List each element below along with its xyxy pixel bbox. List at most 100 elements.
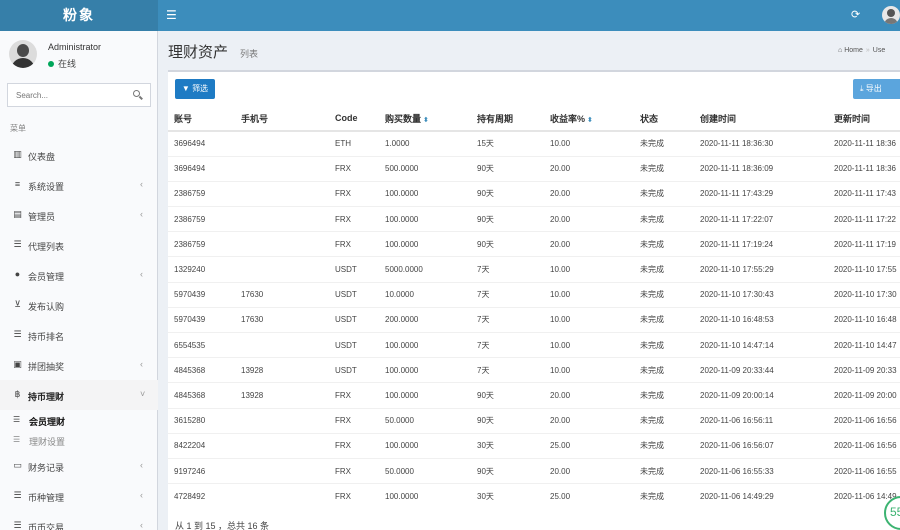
table-cell: 6554535 — [168, 331, 235, 358]
table-row[interactable]: 3615280 FRX 50.0000 90天 20.00 未完成 2020-11-06 1… — [168, 407, 900, 434]
table-row[interactable]: 9197246 FRX 50.0000 90天 20.00 未完成 2020-11-06 1… — [168, 457, 900, 484]
table-cell: 2386759 — [168, 180, 235, 207]
table-row[interactable]: 1329240 USDT 5000.0000 7天 10.00 未完成 2020-11-10… — [168, 256, 900, 283]
sidebar-toggle-icon[interactable]: ☰ — [166, 8, 177, 22]
table-cell: 2020-11-10 17:55:29 — [694, 256, 828, 283]
sidebar-item-members[interactable]: ● 会员管理 ‹ — [0, 260, 158, 290]
column-header[interactable]: 收益率% ⬍ — [544, 106, 634, 132]
search-input[interactable] — [8, 84, 126, 106]
sidebar-item-currency[interactable]: ☰ 币种管理 ‹ — [0, 481, 158, 511]
sidebar-subitem-member-wealth[interactable]: ☰ 会员理财 — [0, 411, 158, 431]
table-cell: 10.00 — [544, 130, 634, 157]
table-cell: 20.00 — [544, 206, 634, 232]
menu-header: 菜单 — [10, 124, 26, 133]
table-cell: 未完成 — [634, 331, 694, 358]
table-cell: 7天 — [471, 256, 544, 283]
table-cell: 2020-11-11 17:19:24 — [694, 231, 828, 257]
table-cell: 未完成 — [634, 256, 694, 283]
sidebar-item-subscription[interactable]: ⊻ 发布认购 — [0, 290, 158, 320]
sidebar-item-label: 持币排名 — [28, 332, 65, 342]
table-row[interactable]: 5970439 17630 USDT 10.0000 7天 10.00 未完成 2020-11… — [168, 281, 900, 308]
table-cell: 未完成 — [634, 306, 694, 333]
table-row[interactable]: 4845368 13928 FRX 100.0000 90天 20.00 未完成 2020-1… — [168, 382, 900, 409]
table-row[interactable]: 8422204 FRX 100.0000 30天 25.00 未完成 2020-11-06 … — [168, 432, 900, 459]
column-header[interactable]: 更新时间 — [828, 106, 900, 132]
app-logo[interactable]: 粉象 — [0, 0, 158, 31]
table-cell: FRX — [329, 483, 379, 509]
table-cell: 未完成 — [634, 206, 694, 232]
sidebar-item-dashboard[interactable]: ▥ 仪表盘 — [0, 140, 158, 170]
table-row[interactable]: 3696494 ETH 1.0000 15天 10.00 未完成 2020-11-11 18… — [168, 130, 900, 157]
table-row[interactable]: 5970439 17630 USDT 200.0000 7天 10.00 未完成 2020-1… — [168, 306, 900, 333]
sort-icon[interactable]: ⬍ — [423, 117, 429, 124]
table-cell: 5970439 — [168, 306, 235, 333]
table-cell: 3696494 — [168, 155, 235, 182]
breadcrumb-current[interactable]: Use — [873, 47, 885, 54]
sidebar-item-agents[interactable]: ☰ 代理列表 — [0, 230, 158, 260]
refresh-icon[interactable]: ⟳ — [851, 8, 860, 22]
sidebar-item-label: 持币理财 — [28, 392, 65, 402]
cart-icon: ⊻ — [14, 299, 21, 309]
column-header[interactable]: 账号 — [168, 106, 235, 132]
sidebar-item-label: 系统设置 — [28, 182, 65, 192]
chevron-down-icon: ˅ — [140, 389, 146, 399]
table-cell: 20.00 — [544, 231, 634, 257]
sidebar-item-admins[interactable]: ▤ 管理员 ‹ — [0, 200, 158, 230]
chevron-left-icon: ‹ — [140, 490, 143, 500]
column-header[interactable]: 购买数量 ⬍ — [379, 106, 471, 132]
filter-button[interactable]: ▼ 筛选 — [175, 79, 215, 99]
chevron-left-icon: ‹ — [140, 209, 143, 219]
table-row[interactable]: 4728492 FRX 100.0000 30天 25.00 未完成 2020-11-06 … — [168, 483, 900, 509]
table-cell: 2020-11-11 17:22:07 — [694, 206, 828, 232]
table-row[interactable]: 6554535 USDT 100.0000 7天 10.00 未完成 2020-11-10 … — [168, 331, 900, 358]
table-cell: 2020-11-11 18:36 — [828, 155, 900, 182]
table-row[interactable]: 2386759 FRX 100.0000 90天 20.00 未完成 2020-11-11 … — [168, 231, 900, 257]
table-cell: 2020-11-10 17:30 — [828, 281, 900, 308]
table-row[interactable]: 2386759 FRX 100.0000 90天 20.00 未完成 2020-11-11 … — [168, 180, 900, 207]
sidebar-item-trading[interactable]: ☰ 币币交易 ‹ — [0, 511, 158, 530]
table-cell — [235, 457, 329, 484]
table-cell: 2020-11-11 17:43 — [828, 180, 900, 207]
sidebar-item-lottery[interactable]: ▣ 拼团抽奖 ‹ — [0, 350, 158, 380]
table-cell: 2020-11-06 16:56 — [828, 407, 900, 434]
sidebar-item-system-settings[interactable]: ≡ 系统设置 ‹ — [0, 170, 158, 200]
sliders-icon: ≡ — [14, 179, 21, 189]
table-cell — [235, 206, 329, 232]
table-cell: 20.00 — [544, 407, 634, 434]
column-header[interactable]: 状态 — [634, 106, 694, 132]
export-button[interactable]: ⤓ 导出 — [853, 79, 900, 99]
table-cell: 17630 — [235, 306, 329, 333]
column-header[interactable]: 手机号 — [235, 106, 329, 132]
gift-icon: ▣ — [13, 359, 22, 369]
column-header[interactable]: Code — [329, 106, 379, 132]
sort-icon[interactable]: ⬍ — [587, 117, 593, 124]
data-table: 账号 手机号 Code 购买数量 ⬍ 持有周期 收益率% ⬍ 状态 创建时间 更新时… — [168, 106, 900, 509]
user-avatar-icon[interactable] — [882, 6, 900, 24]
server-icon: ▤ — [13, 209, 22, 219]
search-icon[interactable] — [132, 89, 144, 101]
breadcrumb-home[interactable]: Home — [844, 47, 863, 54]
list-icon: ☰ — [13, 520, 22, 530]
column-header[interactable]: 持有周期 — [471, 106, 544, 132]
table-cell: 未完成 — [634, 231, 694, 257]
column-header[interactable]: 创建时间 — [694, 106, 828, 132]
table-row[interactable]: 3696494 FRX 500.0000 90天 20.00 未完成 2020-11-11 … — [168, 155, 900, 182]
table-row[interactable]: 4845368 13928 USDT 100.0000 7天 10.00 未完成 2020-1… — [168, 357, 900, 383]
sidebar-item-label: 拼团抽奖 — [28, 362, 65, 372]
sidebar-subitem-label: 理财设置 — [29, 437, 66, 447]
sidebar-item-finance[interactable]: ▭ 财务记录 ‹ — [0, 451, 158, 481]
home-icon: ⌂ — [838, 47, 843, 54]
sidebar-item-ranking[interactable]: ☰ 持币排名 — [0, 320, 158, 350]
sidebar-item-wealth[interactable]: ฿ 持币理财 ˅ — [0, 380, 158, 410]
table-cell: 2020-11-11 17:19 — [828, 231, 900, 257]
table-cell: 2020-11-06 16:56 — [828, 432, 900, 459]
table-cell: 7天 — [471, 281, 544, 308]
table-cell: 2020-11-11 17:22 — [828, 206, 900, 232]
table-cell: 4845368 — [168, 357, 235, 383]
sidebar-subitem-wealth-settings[interactable]: ☰ 理财设置 — [0, 431, 158, 451]
list-icon: ☰ — [13, 435, 21, 444]
page-title: 理财资产 — [168, 44, 229, 61]
table-cell — [235, 231, 329, 257]
table-cell: 2020-11-06 16:56:07 — [694, 432, 828, 459]
table-row[interactable]: 2386759 FRX 100.0000 90天 20.00 未完成 2020-11-11 … — [168, 206, 900, 232]
